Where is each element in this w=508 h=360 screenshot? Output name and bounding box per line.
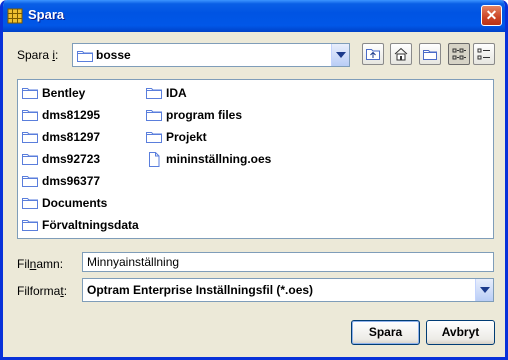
folder-name: dms81295 [42,108,101,122]
details-view-button[interactable] [473,43,495,65]
fileformat-value: Optram Enterprise Inställningsfil (*.oes… [87,283,314,297]
window-title: Spara [28,7,65,22]
title-bar[interactable]: Spara ✕ [3,0,505,32]
filename-label: Filnamn: [17,257,64,271]
folder-icon [22,198,38,209]
folder-icon [146,110,162,121]
up-one-level-button[interactable] [362,43,384,65]
fileformat-label: Filformat: [17,284,68,298]
save-dialog: Spara ✕ Spara i: bosse Bentley dms81295 … [0,0,508,360]
folder-icon [22,88,38,99]
folder-name: program files [166,108,243,122]
folder-name: Documents [42,196,108,210]
folder-icon [146,88,162,99]
folder-name: dms92723 [42,152,101,166]
cancel-button[interactable]: Avbryt [426,320,495,345]
list-view-icon [452,48,466,60]
file-list[interactable]: Bentley dms81295 dms81297 dms92723 dms96… [17,79,494,239]
folder-icon [22,220,38,231]
file-name: mininställning.oes [166,152,272,166]
folder-name: IDA [166,86,187,100]
home-icon [394,47,408,61]
save-in-value: bosse [96,48,131,62]
new-folder-icon [423,50,437,60]
close-button[interactable]: ✕ [481,5,502,26]
fileformat-dropdown-button[interactable] [475,279,493,301]
folder-icon [77,51,93,62]
list-view-button[interactable] [448,43,470,65]
folder-icon [22,154,38,165]
folder-icon [146,132,162,143]
folder-name: dms96377 [42,174,101,188]
folder-icon [22,132,38,143]
folder-name: dms81297 [42,130,101,144]
home-button[interactable] [390,43,412,65]
save-button[interactable]: Spara [351,320,420,345]
save-in-label: Spara i: [17,48,59,62]
folder-name: Förvaltningsdata [42,218,139,232]
folder-name: Projekt [166,130,207,144]
filename-input[interactable]: Minnyainställning [82,252,494,272]
save-in-combobox[interactable]: bosse [72,43,350,67]
new-folder-button[interactable] [419,43,441,65]
app-icon [7,8,23,24]
file-icon [149,152,160,167]
folder-name: Bentley [42,86,86,100]
folder-icon [22,176,38,187]
save-in-dropdown-button[interactable] [331,44,349,66]
fileformat-combobox[interactable]: Optram Enterprise Inställningsfil (*.oes… [82,278,494,302]
details-view-icon [477,48,490,60]
folder-icon [22,110,38,121]
up-one-level-icon [366,49,380,60]
